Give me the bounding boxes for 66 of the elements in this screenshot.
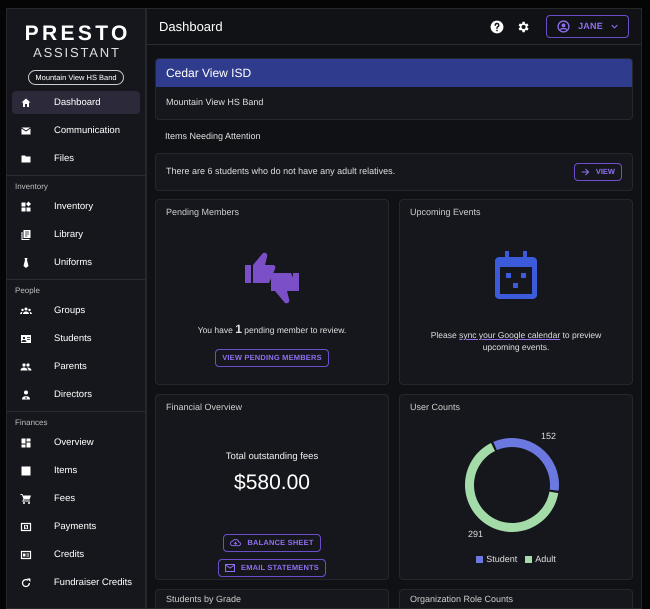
id-card-icon xyxy=(20,332,32,345)
card-title: Students by Grade xyxy=(166,594,242,605)
legend-swatch xyxy=(525,556,532,564)
person-badge-icon xyxy=(20,388,32,401)
section-heading: Items Needing Attention xyxy=(164,130,262,144)
logo-title: PRESTO xyxy=(24,22,131,45)
sidebar-item[interactable]: Fees xyxy=(12,487,140,510)
home-icon xyxy=(20,96,32,109)
cloud-download-icon xyxy=(230,538,242,548)
calendar-sync-message: Please sync your Google calendar to preview upcoming events. xyxy=(430,329,602,353)
mail-icon xyxy=(20,124,32,137)
card-title: Financial Overview xyxy=(166,402,242,413)
section-heading: People xyxy=(14,286,41,298)
page-title: Dashboard xyxy=(159,18,223,36)
sidebar-item[interactable]: Payments xyxy=(12,515,140,538)
logo-subtitle: ASSISTANT xyxy=(32,45,121,61)
sidebar-item[interactable]: Inventory xyxy=(12,195,140,218)
sidebar-item[interactable]: Library xyxy=(12,223,140,246)
sidebar-item[interactable]: Communication xyxy=(12,119,140,142)
caret-icon xyxy=(611,24,618,29)
data-label: 152 xyxy=(541,431,556,442)
sidebar-item[interactable]: Fundraiser Credits xyxy=(12,571,140,594)
groups-icon xyxy=(20,304,32,317)
sync-calendar-link[interactable]: sync your Google calendar xyxy=(459,330,560,340)
square-icon xyxy=(20,464,32,477)
legend-label: Adult xyxy=(535,553,556,566)
card-title: User Counts xyxy=(410,402,460,413)
calendar-icon xyxy=(495,251,537,299)
fees-label: Total outstanding fees xyxy=(226,450,318,464)
pending-message: You have 1 pending member to review. xyxy=(198,321,346,338)
widgets-icon xyxy=(20,200,32,213)
section-heading: Inventory xyxy=(14,182,49,194)
district-title: Cedar View ISD xyxy=(156,59,632,87)
folder-icon xyxy=(20,152,32,165)
sidebar-item[interactable]: Credits xyxy=(12,543,140,566)
dashboard-icon xyxy=(20,436,32,449)
card-title: Organization Role Counts xyxy=(410,594,514,605)
settings-icon[interactable] xyxy=(516,20,530,34)
user-avatar-icon xyxy=(557,20,570,33)
card-title: Pending Members xyxy=(166,207,240,218)
sidebar-item[interactable]: Overview xyxy=(12,431,140,454)
sidebar-item[interactable]: Uniforms xyxy=(12,251,140,274)
sidebar-item[interactable]: Dashboard xyxy=(12,91,140,114)
credit-card-icon xyxy=(20,548,32,561)
arrow-right-icon xyxy=(580,168,590,176)
people-icon xyxy=(20,360,32,373)
legend-label: Student xyxy=(486,553,518,566)
district-subtitle: Mountain View HS Band xyxy=(165,96,264,110)
section-heading: Finances xyxy=(14,418,48,430)
fees-amount: $580.00 xyxy=(234,470,310,496)
sidebar-item[interactable]: Items xyxy=(12,459,140,482)
library-icon xyxy=(20,228,32,241)
sidebar-item[interactable]: Directors xyxy=(12,383,140,406)
sidebar-item[interactable]: Parents xyxy=(12,355,140,378)
attention-message: There are 6 students who do not have any adult relatives. xyxy=(166,165,396,178)
legend-swatch xyxy=(476,556,484,564)
cart-icon xyxy=(20,492,32,505)
data-label: 291 xyxy=(468,528,483,539)
help-icon[interactable] xyxy=(490,20,504,34)
sidebar-item[interactable]: Groups xyxy=(12,299,140,322)
money-icon xyxy=(20,520,32,533)
mail-icon xyxy=(225,564,235,572)
card-title: Upcoming Events xyxy=(410,207,481,218)
sidebar-item[interactable]: Students xyxy=(12,327,140,350)
sidebar-item[interactable]: Files xyxy=(12,147,140,170)
user-menu-button[interactable]: JANE xyxy=(546,15,629,38)
